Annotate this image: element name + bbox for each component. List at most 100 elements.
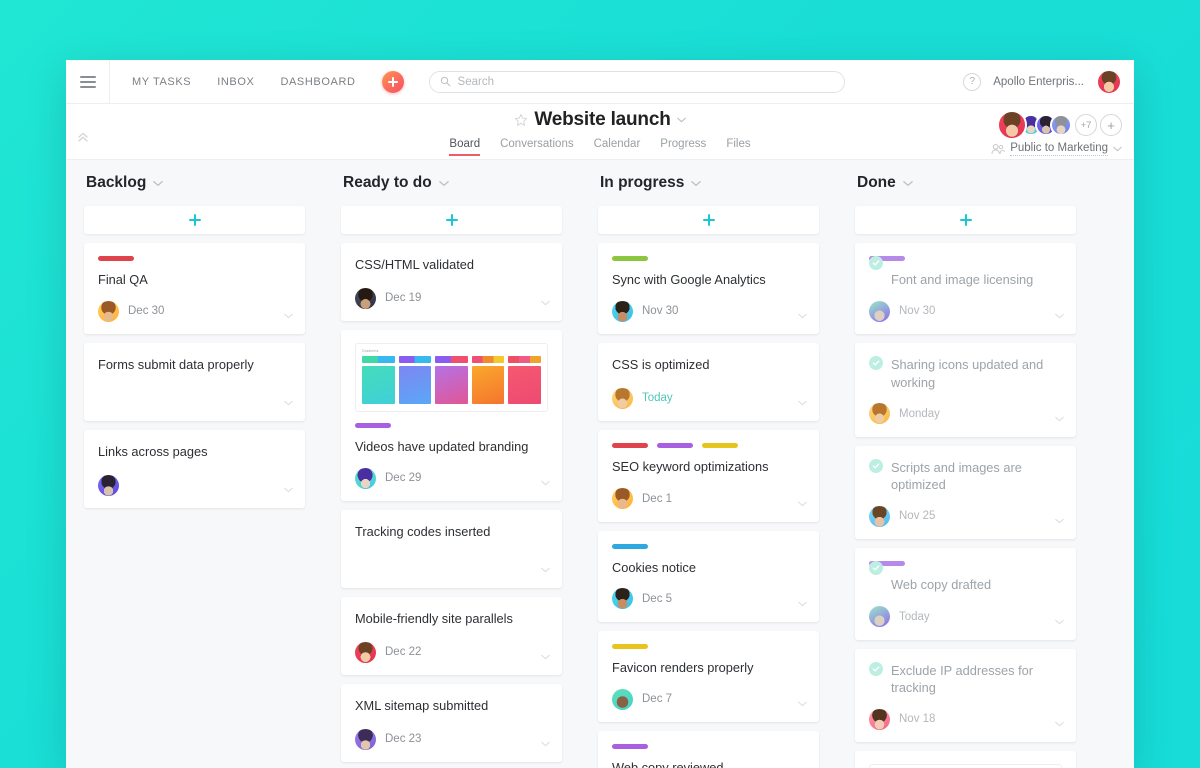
task-card[interactable]: Favicon renders properly Dec 7 — [598, 630, 819, 723]
task-complete-icon[interactable] — [869, 661, 883, 676]
assignee-avatar[interactable] — [612, 588, 633, 610]
assignee-avatar[interactable] — [355, 287, 376, 309]
chevron-down-icon[interactable] — [541, 300, 550, 306]
task-card[interactable]: CSS/HTML validated Dec 19 — [341, 243, 562, 321]
add-task-button[interactable] — [84, 206, 305, 234]
chevron-down-icon[interactable] — [798, 313, 807, 319]
task-card[interactable]: Sync with Google Analytics Nov 30 — [598, 243, 819, 335]
task-card[interactable]: SEO keyword optimizations Dec 1 — [598, 430, 819, 522]
chevron-down-icon[interactable] — [541, 480, 550, 486]
task-card[interactable]: Exclude IP addresses for tracking Nov 18 — [855, 648, 1076, 743]
chevron-down-icon[interactable] — [676, 117, 686, 123]
add-task-button[interactable] — [598, 206, 819, 234]
task-card[interactable]: Tracking codes inserted — [341, 510, 562, 589]
nav-item-dashboard[interactable]: DASHBOARD — [280, 76, 355, 88]
chevron-down-icon[interactable] — [798, 400, 807, 406]
task-card[interactable]: Cookies notice Dec 5 — [598, 530, 819, 622]
assignee-avatar[interactable] — [612, 300, 633, 322]
task-card[interactable]: Web copy drafted Today — [855, 548, 1076, 640]
search-input[interactable] — [457, 75, 834, 88]
app-window: MY TASKS INBOX DASHBOARD ? Apollo Enterp… — [66, 60, 1134, 768]
chevron-down-icon[interactable] — [284, 487, 293, 493]
attachment-preview[interactable]: This is a Heading 2 — [869, 764, 1062, 768]
chevron-down-icon[interactable] — [798, 501, 807, 507]
task-complete-icon[interactable] — [869, 256, 883, 270]
double-chevron-up-icon[interactable] — [76, 130, 90, 144]
task-card[interactable]: This is a Heading 2 — [855, 751, 1076, 768]
member-avatar[interactable] — [1050, 114, 1072, 136]
add-member-button[interactable]: + — [1100, 114, 1122, 136]
tab-board[interactable]: Board — [449, 138, 481, 156]
assignee-avatar[interactable] — [612, 688, 633, 710]
chevron-down-icon[interactable] — [798, 601, 807, 607]
chevron-down-icon[interactable] — [1055, 416, 1064, 422]
chevron-down-icon[interactable] — [541, 567, 550, 573]
help-icon[interactable]: ? — [963, 72, 982, 91]
plus-icon — [702, 214, 715, 226]
assignee-avatar[interactable] — [869, 505, 890, 527]
member-overflow-count[interactable]: +7 — [1075, 114, 1097, 136]
chevron-down-icon[interactable] — [1055, 721, 1064, 727]
assignee-avatar[interactable] — [98, 300, 119, 322]
chevron-down-icon[interactable] — [284, 313, 293, 319]
assignee-avatar[interactable] — [355, 467, 376, 489]
plus-icon — [445, 214, 458, 226]
chevron-down-icon[interactable] — [691, 180, 702, 187]
assignee-avatar[interactable] — [869, 300, 890, 322]
attachment-preview[interactable]: Gradients — [355, 343, 548, 412]
task-title: SEO keyword optimizations — [612, 459, 769, 475]
task-card[interactable]: Links across pages — [84, 430, 305, 509]
add-task-button[interactable] — [341, 206, 562, 234]
task-tag — [355, 423, 391, 428]
chevron-down-icon[interactable] — [1055, 313, 1064, 319]
nav-item-inbox[interactable]: INBOX — [217, 76, 254, 88]
current-user-avatar[interactable] — [1096, 68, 1122, 95]
task-card[interactable]: Sharing icons updated and working Monday — [855, 343, 1076, 437]
star-icon[interactable] — [514, 113, 528, 127]
task-card[interactable]: Web copy reviewedDec 9 — [598, 731, 819, 768]
assignee-avatar[interactable] — [612, 387, 633, 409]
add-task-button[interactable] — [855, 206, 1076, 234]
assignee-avatar[interactable] — [98, 474, 119, 496]
assignee-avatar[interactable] — [869, 708, 890, 730]
chevron-down-icon[interactable] — [1055, 518, 1064, 524]
organization-name[interactable]: Apollo Enterpris... — [993, 76, 1084, 88]
task-card[interactable]: Gradients Videos have updated branding Dec… — [341, 330, 562, 502]
task-card[interactable]: Mobile-friendly site parallels Dec 22 — [341, 597, 562, 676]
chevron-down-icon[interactable] — [541, 741, 550, 747]
tab-files[interactable]: Files — [726, 138, 750, 156]
assignee-avatar[interactable] — [869, 606, 890, 628]
assignee-avatar[interactable] — [355, 641, 376, 663]
tab-progress[interactable]: Progress — [660, 138, 706, 156]
chevron-down-icon[interactable] — [541, 654, 550, 660]
task-card[interactable]: CSS is optimized Today — [598, 343, 819, 422]
assignee-avatar[interactable] — [612, 488, 633, 510]
quick-add-button[interactable] — [381, 70, 404, 93]
task-tag — [612, 744, 648, 750]
task-card[interactable]: Scripts and images are optimized Nov 25 — [855, 445, 1076, 540]
chevron-down-icon[interactable] — [284, 400, 293, 406]
task-card[interactable]: Forms submit data properly — [84, 343, 305, 422]
search-box[interactable] — [428, 70, 845, 93]
chevron-down-icon[interactable] — [798, 701, 807, 707]
chevron-down-icon[interactable] — [1055, 619, 1064, 625]
tab-conversations[interactable]: Conversations — [500, 138, 574, 156]
chevron-down-icon[interactable] — [438, 180, 449, 187]
task-card[interactable]: Final QA Dec 30 — [84, 243, 305, 335]
tab-calendar[interactable]: Calendar — [594, 138, 641, 156]
task-complete-icon[interactable] — [869, 458, 883, 473]
top-navigation-bar: MY TASKS INBOX DASHBOARD ? Apollo Enterp… — [66, 60, 1134, 104]
nav-item-my-tasks[interactable]: MY TASKS — [132, 76, 191, 88]
member-avatar[interactable] — [997, 110, 1027, 140]
assignee-avatar[interactable] — [355, 728, 376, 750]
task-title: Forms submit data properly — [98, 357, 254, 373]
assignee-avatar[interactable] — [869, 403, 890, 425]
chevron-down-icon[interactable] — [153, 180, 164, 187]
task-card[interactable]: XML sitemap submitted Dec 23 — [341, 684, 562, 763]
task-card[interactable]: Font and image licensing Nov 30 — [855, 243, 1076, 335]
task-title: Favicon renders properly — [612, 659, 754, 675]
hamburger-menu-icon[interactable] — [66, 60, 110, 103]
chevron-down-icon[interactable] — [902, 180, 913, 187]
task-complete-icon[interactable] — [869, 561, 883, 576]
project-privacy-selector[interactable]: Public to Marketing — [991, 142, 1122, 156]
